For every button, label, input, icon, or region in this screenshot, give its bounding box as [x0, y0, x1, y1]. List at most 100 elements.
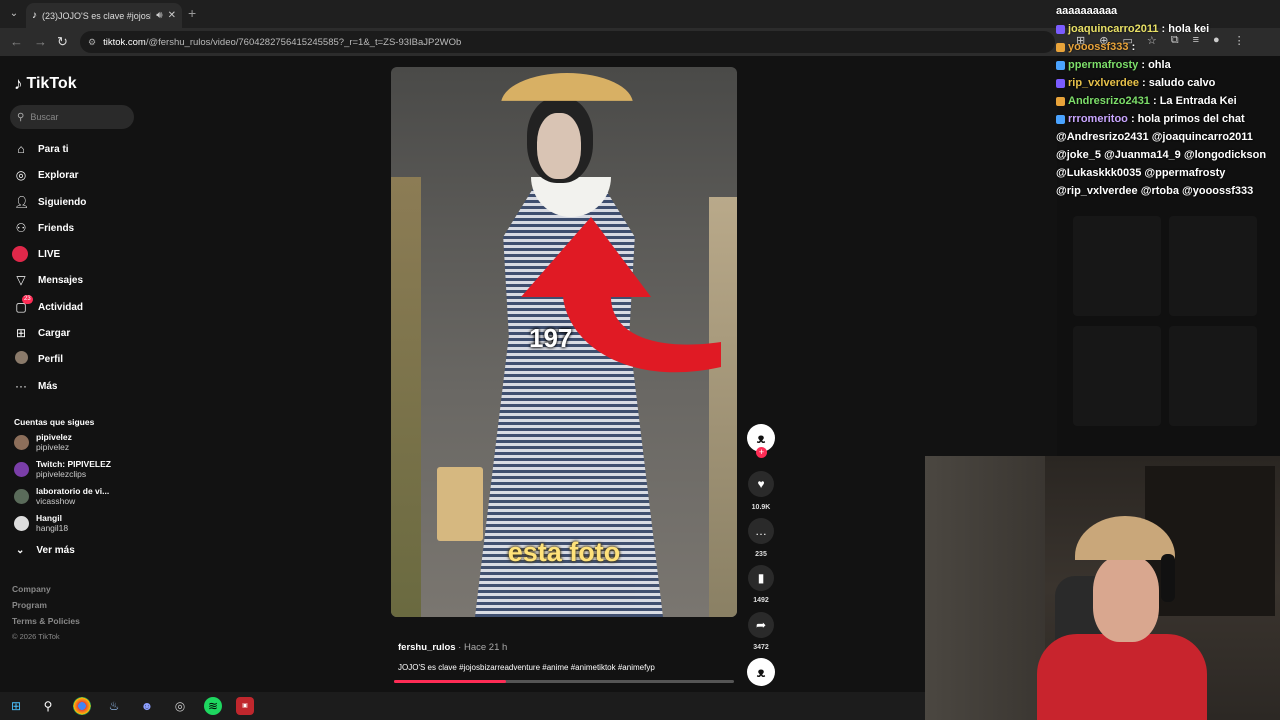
chat-text: : ohla: [1138, 59, 1171, 71]
upload-icon: ⊞: [15, 326, 27, 340]
post-time: · Hace 21 h: [455, 642, 508, 653]
tiktok-logo[interactable]: ♪ TikTok: [14, 74, 77, 94]
tab-list-menu-icon[interactable]: ⌄: [6, 6, 22, 22]
tab-close-icon[interactable]: ✕: [168, 10, 176, 21]
stream-chat-overlay: aaaaaaaaaa joaquincarro2011 : hola kei yoo…: [1056, 2, 1280, 200]
chat-message: ppermafrosty : ohla: [1056, 56, 1280, 74]
ghost-tile: [1169, 326, 1257, 426]
followed-account[interactable]: Hangil hangil18: [14, 513, 68, 533]
footer-link-company[interactable]: Company: [12, 584, 51, 594]
ghost-tile: [1169, 216, 1257, 316]
comment-icon[interactable]: …: [748, 518, 774, 544]
reload-icon[interactable]: ↻: [57, 34, 68, 50]
footer-link-program[interactable]: Program: [12, 600, 47, 610]
back-icon[interactable]: ←: [10, 34, 23, 50]
address-bar[interactable]: ⚙ tiktok.com/@fershu_rulos/video/7604282…: [80, 31, 1055, 53]
obs-icon[interactable]: ◎: [171, 697, 189, 715]
chrome-icon[interactable]: [73, 697, 91, 715]
ghost-tile: [1073, 326, 1161, 426]
windows-start-icon[interactable]: ⊞: [7, 697, 25, 715]
footer-link-terms[interactable]: Terms & Policies: [12, 616, 80, 626]
account-handle: pipivelezclips: [36, 469, 87, 479]
video-progress-bar[interactable]: [394, 680, 734, 683]
chat-message: rrromeritoo : hola primos del chat: [1056, 110, 1280, 128]
stream-app-icon[interactable]: ▣: [236, 697, 254, 715]
nav-label: Para ti: [38, 143, 69, 155]
webcam-face: [1093, 556, 1159, 642]
more-icon: ···: [15, 379, 27, 393]
chat-badge-icon: [1056, 114, 1065, 124]
discord-icon[interactable]: ☻: [138, 697, 156, 715]
chat-mentions-line: @rip_vxlverdee @rtoba @yooossf333: [1056, 185, 1254, 197]
nav-para-ti[interactable]: ⌂ Para ti: [14, 140, 69, 158]
following-accounts-title: Cuentas que sigues: [14, 417, 95, 427]
like-heart-icon[interactable]: ♥: [748, 471, 774, 497]
chat-username: rrromeritoo: [1068, 113, 1128, 125]
nav-label: Explorar: [38, 169, 79, 181]
follow-plus-icon[interactable]: +: [756, 447, 767, 458]
followed-account[interactable]: laboratorio de vi... vicasshow: [14, 486, 109, 506]
nav-label: Friends: [38, 222, 75, 234]
music-disc-avatar[interactable]: ᴥ: [747, 658, 775, 686]
chat-badge-icon: [1056, 24, 1065, 34]
chat-text: : saludo calvo: [1138, 77, 1216, 89]
chat-badge-icon: [1056, 78, 1065, 88]
nav-label: Actividad: [38, 301, 84, 313]
nav-label: Más: [38, 380, 58, 392]
new-tab-icon[interactable]: +: [188, 6, 196, 20]
chat-username: joaquincarro2011: [1068, 23, 1159, 35]
windows-taskbar: ⊞ ⚲ ♨ ☻ ◎ ≋ ▣: [0, 692, 925, 720]
tab-title: (23)JOJO'S es clave #jojosb: [42, 10, 152, 21]
nav-siguiendo[interactable]: 👤︎ Siguiendo: [14, 193, 86, 211]
nav-label: Mensajes: [38, 274, 84, 286]
chat-message: yooossf333 :: [1056, 38, 1280, 56]
forward-icon[interactable]: →: [34, 34, 47, 50]
nav-cargar[interactable]: ⊞ Cargar: [14, 324, 70, 342]
wicker-bag: [437, 467, 483, 541]
share-count: 3472: [753, 644, 769, 651]
search-box[interactable]: ⚲: [10, 105, 134, 129]
chat-text: aaaaaaaaaa: [1056, 5, 1118, 17]
logo-text: TikTok: [26, 75, 77, 92]
nav-mas[interactable]: ··· Más: [14, 377, 57, 395]
nav-explorar[interactable]: ◎ Explorar: [14, 166, 79, 184]
search-icon[interactable]: ⚲: [39, 697, 57, 715]
bookmark-icon[interactable]: ▮: [748, 565, 774, 591]
chat-mentions-line: @joke_5 @Juanma14_9 @longodickson: [1056, 149, 1267, 161]
search-input[interactable]: [30, 112, 126, 122]
save-count: 1492: [753, 597, 769, 604]
video-player[interactable]: 197 esta foto: [391, 67, 737, 617]
account-handle: hangil18: [36, 523, 69, 533]
active-tab[interactable]: ♪ (23)JOJO'S es clave #jojosb 🔊︎ ✕: [26, 3, 182, 28]
chat-badge-icon: [1056, 60, 1065, 70]
chat-username: Andresrizo2431: [1068, 95, 1150, 107]
account-name: Hangil: [36, 513, 62, 523]
tab-audio-icon[interactable]: 🔊︎: [156, 10, 162, 21]
like-count: 10.9K: [751, 504, 771, 511]
overlay-caption-text: esta foto: [507, 537, 621, 567]
nav-mensajes[interactable]: ▽ Mensajes: [14, 271, 83, 289]
tiktok-note-icon: ♪: [14, 74, 23, 93]
nav-label: Cargar: [38, 327, 71, 339]
share-arrow-icon[interactable]: ➦: [748, 612, 774, 638]
following-icon: 👤︎: [14, 195, 30, 209]
nav-friends[interactable]: ⚇ Friends: [14, 219, 75, 237]
steam-icon[interactable]: ♨: [105, 697, 123, 715]
chat-text: :: [1128, 41, 1136, 53]
chat-text: : La Entrada Kei: [1149, 95, 1237, 107]
nav-live[interactable]: LIVE: [12, 245, 60, 263]
account-handle: pipivelez: [36, 442, 70, 452]
account-handle: vicasshow: [36, 496, 76, 506]
nav-label: Perfil: [38, 353, 64, 365]
spotify-icon[interactable]: ≋: [204, 697, 222, 715]
site-info-icon[interactable]: ⚙: [88, 37, 96, 48]
chat-username: yooossf333: [1068, 41, 1129, 53]
followed-account[interactable]: Twitch: PIPIVELEZ pipivelezclips: [14, 459, 111, 479]
nav-perfil[interactable]: Perfil: [14, 350, 63, 368]
author-username[interactable]: fershu_rulos: [398, 642, 456, 653]
followed-account[interactable]: pipivelez pipivelez: [14, 432, 72, 452]
nav-actividad[interactable]: ▢ 23 Actividad: [14, 295, 84, 316]
ghost-tile: [1073, 216, 1161, 316]
url-path: /@fershu_rulos/video/7604282756415245585…: [145, 36, 462, 48]
see-more-button[interactable]: ⌄ Ver más: [16, 545, 75, 556]
